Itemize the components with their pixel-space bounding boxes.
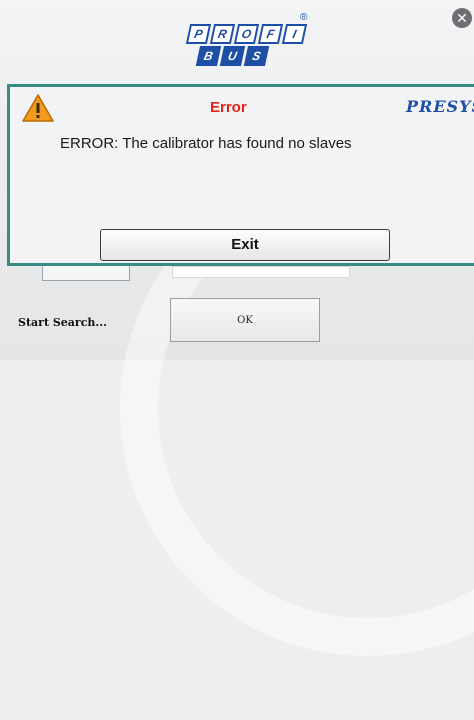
logo-letter: I: [281, 24, 308, 44]
logo-letter: O: [233, 24, 260, 44]
warning-icon: [22, 94, 54, 122]
error-message: ERROR: The calibrator has found no slave…: [60, 135, 352, 152]
background-input[interactable]: [172, 266, 350, 278]
logo-letter: S: [243, 46, 270, 66]
dialog-title: Error: [210, 99, 247, 116]
start-search-label: Start Search...: [18, 316, 107, 329]
exit-button[interactable]: Exit: [100, 229, 390, 261]
logo-letter: R: [209, 24, 236, 44]
error-dialog: Error PRESYS ERROR: The calibrator has f…: [7, 84, 474, 266]
close-icon[interactable]: ✕: [452, 8, 472, 28]
logo-letter: F: [257, 24, 284, 44]
logo-letter: B: [195, 46, 222, 66]
background-field[interactable]: [42, 266, 130, 281]
profibus-logo: P R O F I B U S ®: [185, 12, 308, 72]
registered-mark: ®: [300, 12, 308, 23]
ok-button[interactable]: OK: [170, 298, 320, 342]
logo-letter: U: [219, 46, 246, 66]
logo-letter: P: [185, 24, 212, 44]
brand-logo: PRESYS: [406, 97, 474, 116]
